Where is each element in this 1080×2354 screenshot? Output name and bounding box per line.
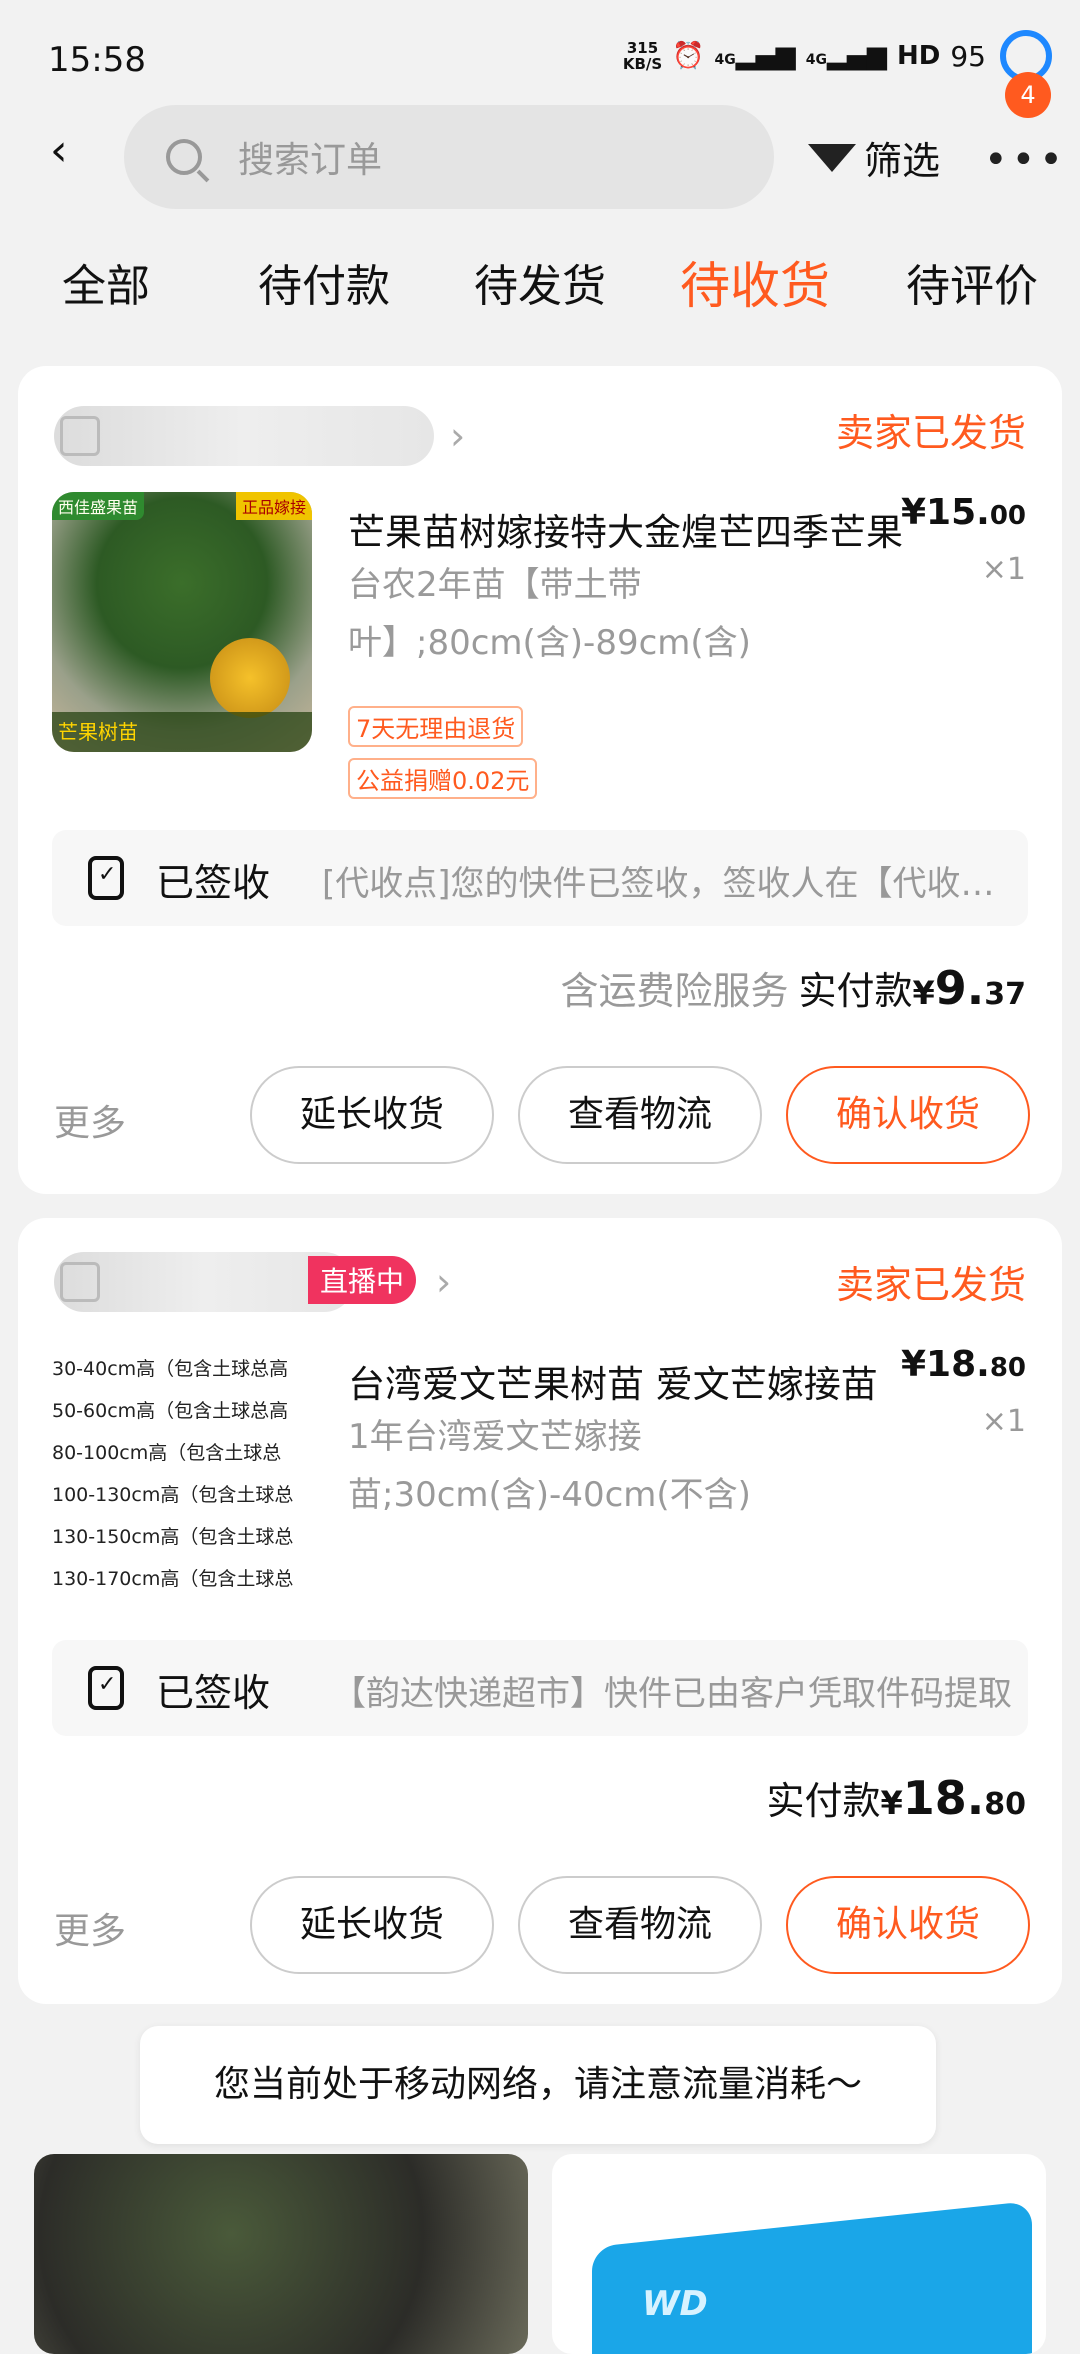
clipboard-check-icon [88,1666,124,1710]
confirm-receipt-button[interactable]: 确认收货 [786,1876,1030,1974]
wd-logo: WD [642,2284,708,2324]
order-tabs: 全部 待付款 待发货 待收货 待评价 [0,250,1080,330]
funnel-icon [808,143,856,172]
mango-image [210,638,290,718]
search-icon [166,139,202,175]
shop-icon [60,416,100,456]
order-card: 直播中 › 卖家已发货 30-40cm高（包含土球总高 50-60cm高（包含土… [18,1218,1062,2004]
network-speed: 315 KB/S [622,39,663,73]
recommend-item-hard-drive[interactable]: WD [552,2154,1046,2354]
hard-drive-image [592,2200,1032,2354]
battery-level: 95 [950,39,986,73]
hd-icon: HD [897,41,941,71]
signal-icon-1: 4G▂▄▆ [714,41,796,71]
filter-label: 筛选 [864,139,941,183]
chevron-right-icon: › [450,414,466,458]
tab-pending-receipt[interactable]: 待收货 [680,246,830,318]
logistics-message: [代收点]您的快件已签收，签收人在【代收点】 [322,864,1002,904]
confirm-receipt-button[interactable]: 确认收货 [786,1066,1030,1164]
more-menu-icon[interactable]: ••• [984,140,1067,180]
status-icons: 315 KB/S ⏰ 4G▂▄▆ 4G▂▄▆ HD 95 [623,30,1052,82]
top-bar: ‹ 搜索订单 筛选 ••• [0,100,1080,220]
view-logistics-button[interactable]: 查看物流 [518,1876,762,1974]
notification-badge: 4 [1005,72,1051,118]
product-quantity: ×1 [981,1404,1026,1439]
insurance-note: 含运费险服务 [560,969,789,1013]
shop-name[interactable]: › [54,406,654,466]
shop-name-blurred [54,406,434,466]
more-link[interactable]: 更多 [54,1902,126,1954]
order-status: 卖家已发货 [835,1263,1026,1307]
product-price: ¥18.80 [900,1344,1026,1385]
logistics-summary[interactable]: 已签收 [代收点]您的快件已签收，签收人在【代收点】 [52,830,1028,926]
more-link[interactable]: 更多 [54,1094,126,1146]
tab-pending-payment[interactable]: 待付款 [258,250,390,314]
search-input[interactable]: 搜索订单 [124,105,774,209]
status-bar: 15:58 315 KB/S ⏰ 4G▂▄▆ 4G▂▄▆ HD 95 [0,0,1080,110]
logistics-status: 已签收 [156,1671,271,1715]
product-thumbnail[interactable]: 30-40cm高（包含土球总高 50-60cm高（包含土球总高 80-100cm… [52,1344,312,1604]
live-badge: 直播中 [308,1256,417,1304]
payment-total: 实付款¥18.80 [766,1771,1026,1825]
thumb-caption: 芒果树苗 [52,712,312,752]
product-title[interactable]: 台湾爱文芒果树苗 爱文芒嫁接苗 [348,1354,928,1408]
search-placeholder: 搜索订单 [238,140,383,181]
order-card: › 卖家已发货 西佳盛果苗 正品嫁接 芒果树苗 芒果苗树嫁接特大金煌芒四季芒果 … [18,366,1062,1194]
logistics-status: 已签收 [156,861,271,905]
network-toast: 您当前处于移动网络，请注意流量消耗～ [140,2026,936,2144]
product-thumbnail[interactable]: 西佳盛果苗 正品嫁接 芒果树苗 [52,492,312,752]
clipboard-check-icon [88,856,124,900]
tab-pending-shipment[interactable]: 待发货 [474,250,606,314]
thumb-tag-right: 正品嫁接 [235,492,312,520]
charity-badge: 公益捐赠0.02元 [348,758,538,799]
thumb-tag-left: 西佳盛果苗 [52,492,145,520]
filter-button[interactable]: 筛选 [808,130,940,185]
order-status: 卖家已发货 [835,411,1026,455]
chevron-right-icon: › [436,1260,452,1304]
product-title[interactable]: 芒果苗树嫁接特大金煌芒四季芒果 [348,502,928,556]
product-sku: 1年台湾爱文芒嫁接苗;30cm(含)-40cm(不含) [348,1417,751,1515]
logistics-summary[interactable]: 已签收 【韵达快递超市】快件已由客户凭取件码提取 [52,1640,1028,1736]
extend-receipt-button[interactable]: 延长收货 [250,1066,494,1164]
view-logistics-button[interactable]: 查看物流 [518,1066,762,1164]
product-price: ¥15.00 [900,492,1026,533]
extend-receipt-button[interactable]: 延长收货 [250,1876,494,1974]
payment-total: 含运费险服务 实付款¥9.37 [560,961,1026,1015]
return-policy-badge: 7天无理由退货 [348,706,524,747]
tab-all[interactable]: 全部 [62,250,150,314]
tab-pending-review[interactable]: 待评价 [906,250,1038,314]
shop-icon [60,1262,100,1302]
back-arrow-icon[interactable]: ‹ [50,129,84,173]
signal-icon-2: 4G▂▄▆ [805,41,888,71]
logistics-message: 【韵达快递超市】快件已由客户凭取件码提取 [332,1674,1012,1714]
recommend-item-tree[interactable] [34,2154,528,2354]
product-quantity: ×1 [981,552,1026,587]
alarm-icon: ⏰ [672,41,705,71]
product-sku: 台农2年苗【带土带叶】;80cm(含)-89cm(含) [348,565,751,663]
status-time: 15:58 [48,40,146,80]
